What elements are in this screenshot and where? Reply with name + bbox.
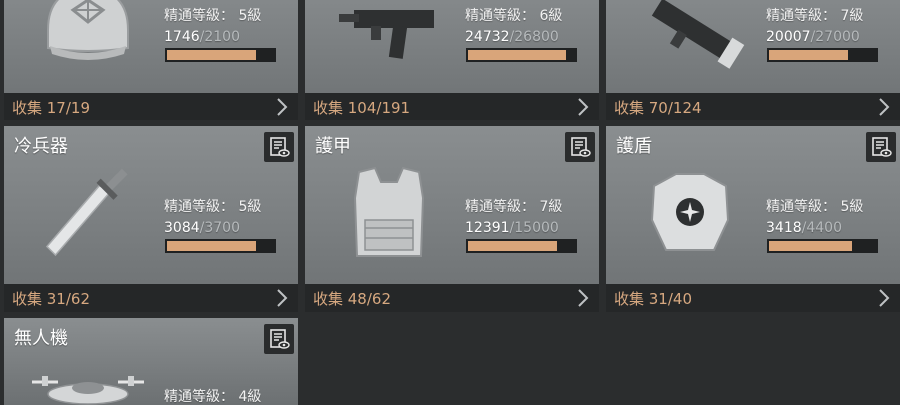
mastery-progress-text: 3084/3700 (164, 220, 240, 236)
collect-count: 收集 31/40 (614, 289, 692, 308)
shield-chest-icon (630, 158, 750, 270)
mastery-progress-bar (165, 239, 276, 253)
collect-count: 收集 31/62 (12, 289, 90, 308)
mastery-progress-bar (165, 48, 276, 62)
view-details-button[interactable] (264, 324, 294, 354)
cap-icon (28, 0, 148, 92)
view-details-button[interactable] (264, 132, 294, 162)
collect-footer[interactable]: 收集 70/124 (606, 93, 900, 120)
mastery-progress-text: 3418/4400 (766, 220, 842, 236)
collect-footer[interactable]: 收集 17/19 (4, 93, 298, 120)
card-drone[interactable]: 無人機 精通等級： 4級 (4, 318, 298, 405)
collect-count: 收集 48/62 (313, 289, 391, 308)
category-title: 冷兵器 (14, 136, 68, 157)
card-gun[interactable]: 精通等級： 6級 24732/26800 收集 104/191 (305, 0, 599, 120)
collect-footer[interactable]: 收集 104/191 (305, 93, 599, 120)
mastery-progress-text: 1746/2100 (164, 29, 240, 45)
view-list-icon (270, 329, 290, 349)
card-launcher[interactable]: 精通等級： 7級 20007/27000 收集 70/124 (606, 0, 900, 120)
chevron-right-icon (578, 289, 589, 307)
mastery-progress-bar (767, 48, 878, 62)
mastery-level: 精通等級： 5級 (766, 199, 864, 215)
mastery-level: 精通等級： 7級 (465, 199, 563, 215)
view-list-icon (270, 137, 290, 157)
collect-count: 收集 104/191 (313, 98, 411, 117)
card-shield[interactable]: 護盾 精通等級： 5級 3418/4400 收集 31/40 (606, 126, 900, 312)
category-title: 護盾 (616, 136, 652, 157)
mastery-progress-text: 20007/27000 (766, 29, 860, 45)
collect-footer[interactable]: 收集 31/40 (606, 284, 900, 312)
collect-count: 收集 17/19 (12, 98, 90, 117)
mastery-level: 精通等級： 6級 (465, 8, 563, 24)
submachine-gun-icon (329, 0, 449, 92)
mastery-level: 精通等級： 7級 (766, 8, 864, 24)
card-melee[interactable]: 冷兵器 精通等級： 5級 3084/3700 收集 31/62 (4, 126, 298, 312)
collect-count: 收集 70/124 (614, 98, 702, 117)
mastery-progress-bar (466, 48, 577, 62)
chevron-right-icon (578, 98, 589, 116)
mastery-level: 精通等級： 4級 (164, 389, 262, 405)
card-headgear[interactable]: 精通等級： 5級 1746/2100 收集 17/19 (4, 0, 298, 120)
chevron-right-icon (879, 289, 890, 307)
card-armor[interactable]: 護甲 精通等級： 7級 12391/15000 收集 48/62 (305, 126, 599, 312)
collect-footer[interactable]: 收集 31/62 (4, 284, 298, 312)
mastery-progress-text: 24732/26800 (465, 29, 559, 45)
view-list-icon (872, 137, 892, 157)
view-details-button[interactable] (565, 132, 595, 162)
rocket-launcher-icon (630, 0, 750, 92)
view-list-icon (571, 137, 591, 157)
view-details-button[interactable] (866, 132, 896, 162)
body-armor-icon (329, 158, 449, 270)
chevron-right-icon (879, 98, 890, 116)
sword-icon (28, 158, 148, 270)
mastery-progress-text: 12391/15000 (465, 220, 559, 236)
chevron-right-icon (277, 289, 288, 307)
chevron-right-icon (277, 98, 288, 116)
category-title: 護甲 (315, 136, 351, 157)
collect-footer[interactable]: 收集 48/62 (305, 284, 599, 312)
mastery-level: 精通等級： 5級 (164, 8, 262, 24)
mastery-progress-bar (466, 239, 577, 253)
mastery-level: 精通等級： 5級 (164, 199, 262, 215)
category-title: 無人機 (14, 328, 68, 349)
drone-icon (28, 368, 148, 405)
mastery-progress-bar (767, 239, 878, 253)
